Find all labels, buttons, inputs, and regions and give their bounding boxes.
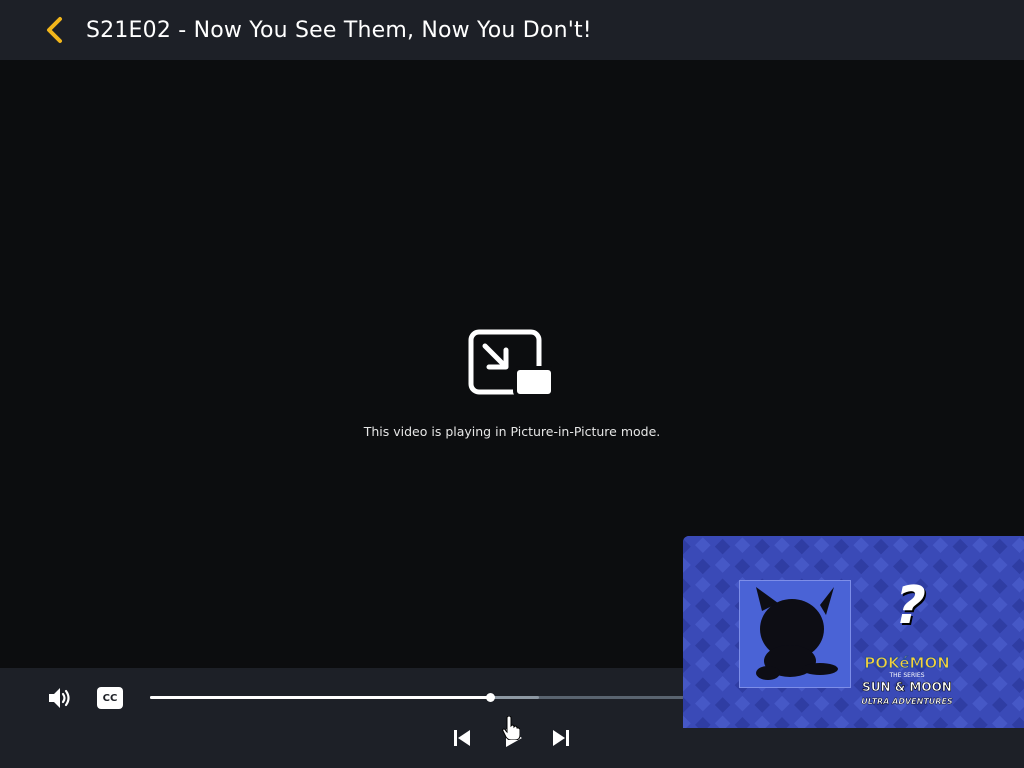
play-button[interactable]	[498, 724, 526, 752]
pip-placeholder: This video is playing in Picture-in-Pict…	[0, 328, 1024, 439]
speaker-icon	[49, 688, 70, 708]
cc-label: CC	[102, 692, 118, 704]
svg-text:ULTRA ADVENTURES: ULTRA ADVENTURES	[861, 697, 953, 706]
previous-episode-button[interactable]	[450, 726, 474, 750]
progress-bar[interactable]	[150, 693, 690, 702]
pip-status-message: This video is playing in Picture-in-Pict…	[363, 424, 661, 439]
next-episode-button[interactable]	[549, 726, 573, 750]
episode-title: S21E02 - Now You See Them, Now You Don't…	[86, 17, 592, 43]
video-player-app: S21E02 - Now You See Them, Now You Don't…	[0, 0, 1024, 768]
picture-in-picture-icon	[468, 329, 555, 398]
svg-text:POKéMON: POKéMON	[864, 654, 950, 672]
svg-text:THE SERIES: THE SERIES	[888, 672, 924, 679]
pokemon-sun-moon-logo: POKéMON THE SERIES SUN & MOON ULTRA ADVE…	[861, 654, 953, 707]
skip-next-icon	[553, 730, 569, 746]
closed-captions-button[interactable]: CC	[97, 687, 123, 709]
silhouette-frame	[739, 580, 851, 688]
pokemon-silhouette-icon	[756, 587, 838, 680]
progress-played	[150, 696, 491, 699]
pip-window[interactable]: ? POKéMON THE SERIES SUN & MOON ULTRA AD…	[683, 536, 1024, 728]
chevron-left-icon	[47, 17, 62, 43]
skip-previous-icon	[454, 730, 470, 746]
volume-button[interactable]	[46, 684, 74, 712]
svg-text:SUN & MOON: SUN & MOON	[862, 680, 952, 694]
play-icon	[506, 729, 522, 747]
top-bar: S21E02 - Now You See Them, Now You Don't…	[0, 0, 1024, 60]
back-button[interactable]	[34, 10, 74, 50]
pip-background-pattern	[683, 536, 1024, 728]
progress-thumb[interactable]	[486, 693, 496, 702]
